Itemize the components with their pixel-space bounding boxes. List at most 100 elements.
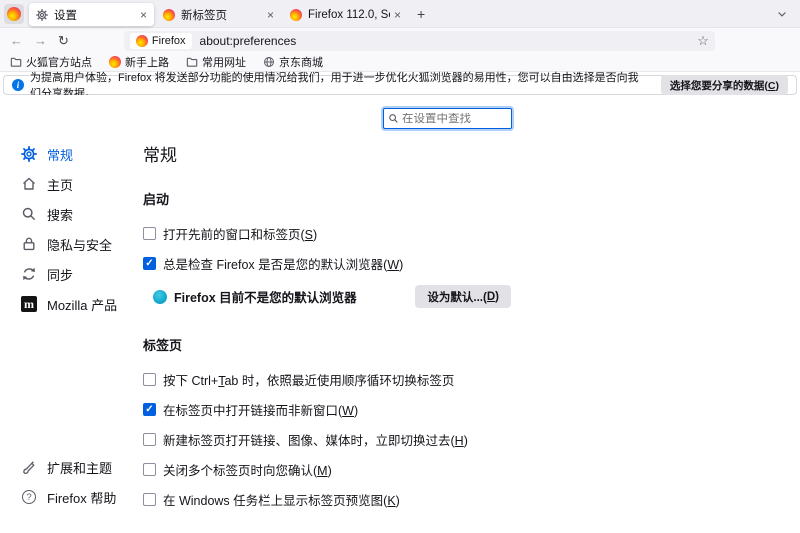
checkbox[interactable]: ✓ [143,373,156,386]
home-icon [21,176,37,192]
tab-title: 新标签页 [181,7,263,23]
gear-icon [36,9,48,21]
bookmark-label: 常用网址 [202,54,246,70]
checkbox-switch-to-new-tab[interactable]: ✓ 新建标签页打开链接、图像、媒体时，立即切换过去(H) [143,430,511,449]
set-default-button[interactable]: 设为默认...(D) [415,285,511,308]
tab-new-tab[interactable]: 新标签页 × [156,3,281,26]
sidebar-item-label: 主页 [47,175,73,194]
globe-icon [263,56,275,68]
sidebar-item-privacy-security[interactable]: 隐私与安全 [0,229,143,259]
mozilla-logo-icon: m [21,296,37,312]
checkbox-label: 总是检查 Firefox 是否是您的默认浏览器(W) [163,254,403,273]
sidebar-item-label: 隐私与安全 [47,235,112,254]
sidebar-item-search[interactable]: 搜索 [0,199,143,229]
tabs-section-title: 标签页 [143,335,511,354]
checkbox-label: 按下 Ctrl+Tab 时，依照最近使用顺序循环切换标签页 [163,370,454,389]
sidebar-item-mozilla-products[interactable]: m Mozilla 产品 [0,289,143,319]
back-button[interactable]: ← [10,34,23,47]
checkbox[interactable]: ✓ [143,403,156,416]
bookmark-label: 京东商城 [279,54,323,70]
sidebar-item-label: 同步 [47,265,73,284]
checkbox[interactable]: ✓ [143,433,156,446]
bookmark-folder-huohu-official[interactable]: 火狐官方站点 [10,54,92,70]
firefox-logo-icon [290,9,302,21]
sidebar-item-label: Firefox 帮助 [47,488,116,507]
sidebar-footer: 扩展和主题 ? Firefox 帮助 [0,452,143,512]
data-sharing-infobar: i 为提高用户体验，Firefox 将发送部分功能的使用情况给我们，用于进一步优… [3,75,797,95]
url-bar[interactable]: Firefox about:preferences ☆ [124,31,715,51]
bookmark-label: 新手上路 [125,54,169,70]
firefox-logo-icon [136,35,148,47]
checkbox-label: 新建标签页打开链接、图像、媒体时，立即切换过去(H) [163,430,468,449]
search-icon [21,206,37,222]
lock-icon [21,236,37,252]
close-icon[interactable]: × [140,9,147,21]
forward-button[interactable]: → [34,34,47,47]
firefox-app-button[interactable] [4,4,24,24]
firefox-logo-icon [7,7,21,21]
sidebar-item-sync[interactable]: 同步 [0,259,143,289]
firefox-logo-icon [109,56,121,68]
check-icon: ✓ [144,404,155,415]
navigation-toolbar: ← → ↻ Firefox about:preferences ☆ [0,28,800,53]
sidebar-item-firefox-help[interactable]: ? Firefox 帮助 [0,482,143,512]
preferences-page: 常规 主页 搜索 隐私与安全 同步 m Mo [0,95,800,532]
checkbox-label: 打开先前的窗口和标签页(S) [163,224,317,243]
checkbox[interactable]: ✓ [143,463,156,476]
checkbox[interactable]: ✓ [143,493,156,506]
site-chip-label: Firefox [152,35,186,47]
tab-title: 设置 [54,7,136,23]
choose-shared-data-button[interactable]: 选择您要分享的数据(C) [661,75,788,95]
globe-status-icon [153,290,167,304]
page-title: 常规 [143,141,511,166]
settings-sidebar: 常规 主页 搜索 隐私与安全 同步 m Mo [0,139,143,532]
tab-settings[interactable]: 设置 × [29,3,154,26]
checkbox-taskbar-tab-previews[interactable]: ✓ 在 Windows 任务栏上显示标签页预览图(K) [143,490,511,509]
reload-button[interactable]: ↻ [58,34,69,47]
checkbox-always-check-default[interactable]: ✓ 总是检查 Firefox 是否是您的默认浏览器(W) [143,254,511,273]
paintbrush-icon [21,459,37,475]
sync-icon [21,266,37,282]
info-icon: i [12,79,24,91]
checkbox-label: 在 Windows 任务栏上显示标签页预览图(K) [163,490,400,509]
check-icon: ✓ [144,258,155,269]
preferences-main-pane: 常规 启动 ✓ 打开先前的窗口和标签页(S) ✓ 总是检查 Firefox 是否… [143,95,511,532]
sidebar-item-home[interactable]: 主页 [0,169,143,199]
checkbox-confirm-close-multiple-tabs[interactable]: ✓ 关闭多个标签页时向您确认(M) [143,460,511,479]
checkbox-restore-previous-session[interactable]: ✓ 打开先前的窗口和标签页(S) [143,224,511,243]
url-text: about:preferences [200,34,297,48]
sidebar-item-label: 扩展和主题 [47,458,112,477]
checkbox-ctrl-tab-recent-order[interactable]: ✓ 按下 Ctrl+Tab 时，依照最近使用顺序循环切换标签页 [143,370,511,389]
bookmark-folder-common-sites[interactable]: 常用网址 [186,54,246,70]
checkbox-label: 在标签页中打开链接而非新窗口(W) [163,400,358,419]
bookmark-star-icon[interactable]: ☆ [697,34,709,47]
sidebar-item-general[interactable]: 常规 [0,139,143,169]
gear-icon [21,146,37,162]
checkbox[interactable]: ✓ [143,257,156,270]
bookmark-label: 火狐官方站点 [26,54,92,70]
sidebar-item-label: 常规 [47,145,73,164]
new-tab-button[interactable]: + [417,6,425,22]
default-browser-row: Firefox 目前不是您的默认浏览器 设为默认...(D) [143,285,511,308]
default-browser-status: Firefox 目前不是您的默认浏览器 [174,287,357,306]
tab-bar: 设置 × 新标签页 × Firefox 112.0, See All New F… [0,0,800,28]
bookmark-getting-started[interactable]: 新手上路 [109,54,169,70]
question-icon: ? [21,490,37,504]
tab-overflow-chevron-down-icon[interactable] [776,8,788,20]
site-identity-chip[interactable]: Firefox [130,33,192,49]
tab-firefox-whatsnew[interactable]: Firefox 112.0, See All New Fe × [283,3,408,26]
checkbox[interactable]: ✓ [143,227,156,240]
sidebar-item-label: 搜索 [47,205,73,224]
close-icon[interactable]: × [394,9,401,21]
tab-title: Firefox 112.0, See All New Fe [308,9,390,21]
bookmark-jd-mall[interactable]: 京东商城 [263,54,323,70]
sidebar-item-label: Mozilla 产品 [47,295,117,314]
folder-icon [186,56,198,68]
folder-icon [10,56,22,68]
sidebar-item-extensions-themes[interactable]: 扩展和主题 [0,452,143,482]
checkbox-open-links-in-tabs[interactable]: ✓ 在标签页中打开链接而非新窗口(W) [143,400,511,419]
close-icon[interactable]: × [267,9,274,21]
firefox-logo-icon [163,9,175,21]
startup-section-title: 启动 [143,189,511,208]
checkbox-label: 关闭多个标签页时向您确认(M) [163,460,332,479]
